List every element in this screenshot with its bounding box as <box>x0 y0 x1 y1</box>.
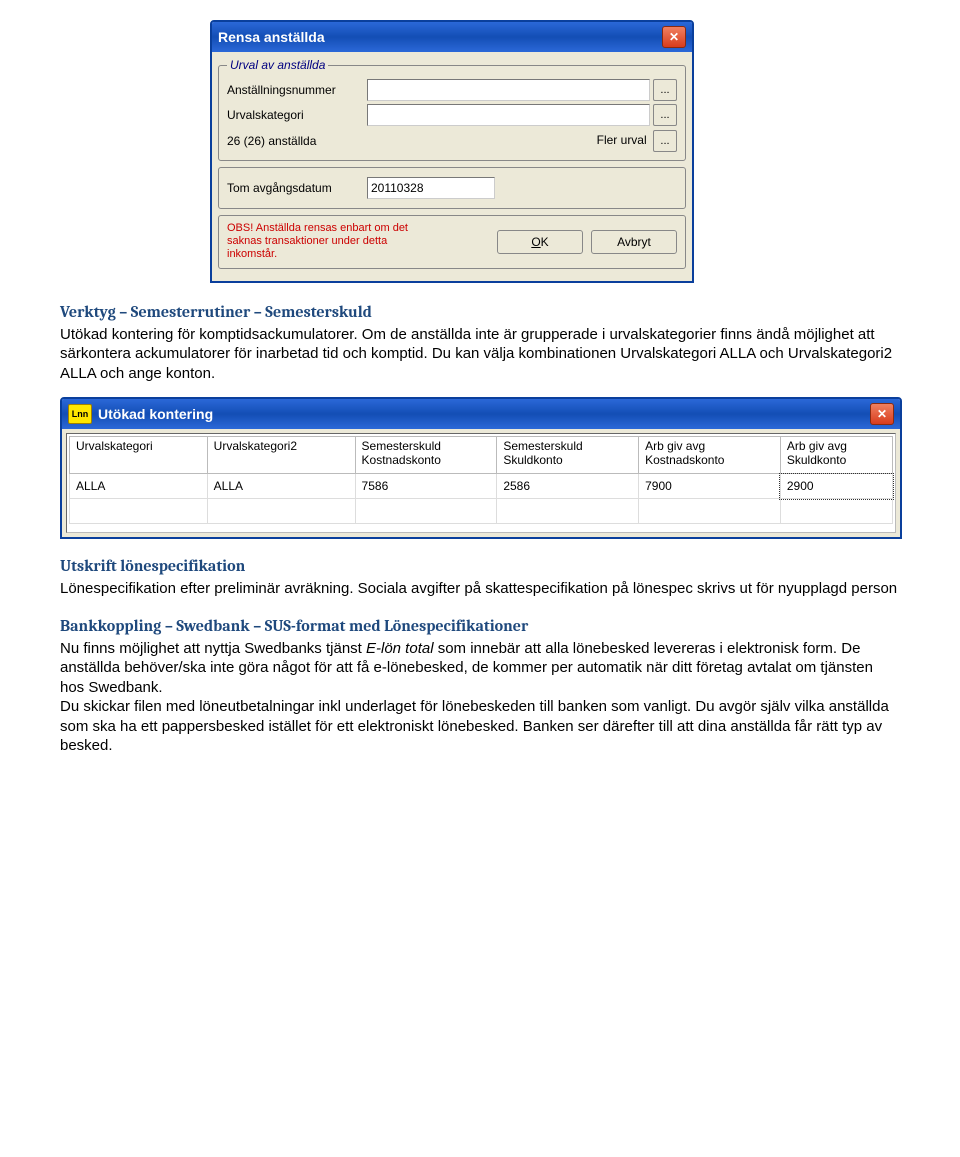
urvalskategori-input[interactable] <box>367 104 650 126</box>
label-urvalskategori: Urvalskategori <box>227 108 367 122</box>
cell[interactable]: 7900 <box>639 474 781 499</box>
heading-bankkoppling: Bankkoppling – Swedbank – SUS-format med… <box>60 617 900 635</box>
dialog1-titlebar[interactable]: Rensa anställda ✕ <box>212 22 692 52</box>
dialog-rensa-anstallda: Rensa anställda ✕ Urval av anställda Ans… <box>210 20 694 283</box>
label-anstallningsnummer: Anställningsnummer <box>227 83 367 97</box>
cell-editing[interactable]: 2900 <box>780 474 892 499</box>
col-sem-skuldkonto[interactable]: Semesterskuld Skuldkonto <box>497 437 639 474</box>
heading-lonespecifikation: Utskrift lönespecifikation <box>60 557 900 575</box>
dialog-utokad-kontering: Lnn Utökad kontering ✕ Urvalskategori <box>60 397 902 539</box>
close-icon[interactable]: ✕ <box>662 26 686 48</box>
italic-elon: E-lön total <box>366 640 434 657</box>
col-arb-kostnadskonto[interactable]: Arb giv avg Kostnadskonto <box>639 437 781 474</box>
col-arb-skuldkonto[interactable]: Arb giv avg Skuldkonto <box>780 437 892 474</box>
warning-text: OBS! Anställda rensas enbart om det sakn… <box>227 222 417 262</box>
group-urval-av-anstallda: Urval av anställda Anställningsnummer ..… <box>218 58 686 161</box>
tom-avgangsdatum-input[interactable] <box>367 177 495 199</box>
dialog2-titlebar[interactable]: Lnn Utökad kontering ✕ <box>62 399 900 429</box>
label-tom-avgangsdatum: Tom avgångsdatum <box>227 181 367 195</box>
fler-urval-button[interactable]: ... <box>653 130 677 152</box>
cell[interactable]: 7586 <box>355 474 497 499</box>
cell[interactable]: ALLA <box>207 474 355 499</box>
body-semesterskuld: Utökad kontering för komptidsackumulator… <box>60 325 900 384</box>
app-icon: Lnn <box>68 404 92 424</box>
heading-semesterskuld: Verktyg – Semesterrutiner – Semesterskul… <box>60 303 900 321</box>
dialog2-title: Utökad kontering <box>98 406 213 422</box>
group-legend: Urval av anställda <box>227 58 328 72</box>
table-row-empty[interactable] <box>70 499 893 524</box>
browse-anstallningsnummer-button[interactable]: ... <box>653 79 677 101</box>
cell[interactable]: ALLA <box>70 474 208 499</box>
table-row[interactable]: ALLA ALLA 7586 2586 7900 2900 <box>70 474 893 499</box>
employee-count-text: 26 (26) anställda <box>227 134 316 148</box>
close-icon[interactable]: ✕ <box>870 403 894 425</box>
label-fler-urval: Fler urval <box>597 133 647 147</box>
col-sem-kostnadskonto[interactable]: Semesterskuld Kostnadskonto <box>355 437 497 474</box>
dialog1-title: Rensa anställda <box>218 29 325 45</box>
cell[interactable]: 2586 <box>497 474 639 499</box>
cancel-button[interactable]: Avbryt <box>591 230 677 254</box>
body-bankkoppling: Nu finns möjlighet att nyttja Swedbanks … <box>60 639 900 756</box>
anstallningsnummer-input[interactable] <box>367 79 650 101</box>
ok-button[interactable]: OK <box>497 230 583 254</box>
col-urvalskategori[interactable]: Urvalskategori <box>70 437 208 474</box>
body-lonespecifikation: Lönespecifikation efter preliminär avräk… <box>60 579 900 599</box>
col-urvalskategori2[interactable]: Urvalskategori2 <box>207 437 355 474</box>
browse-urvalskategori-button[interactable]: ... <box>653 104 677 126</box>
kontering-table: Urvalskategori Urvalskategori2 Semesters… <box>69 436 893 524</box>
